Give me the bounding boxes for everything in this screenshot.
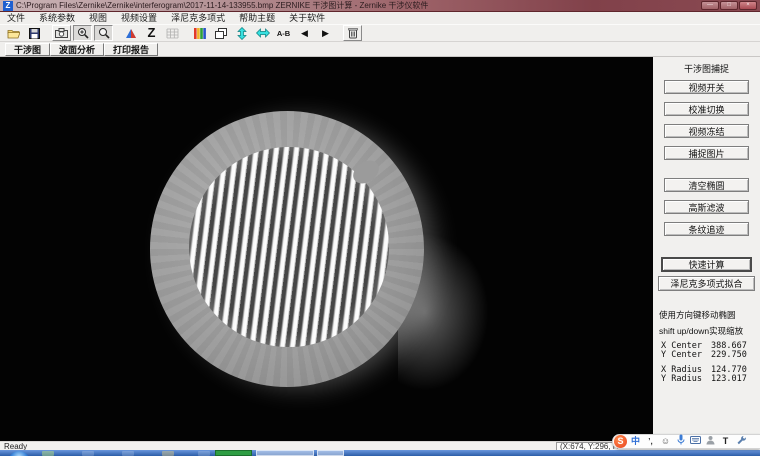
- video-freeze-button[interactable]: 视频冻结: [664, 124, 749, 138]
- menu-about[interactable]: 关于软件: [282, 12, 332, 24]
- hint-shift-zoom: shift up/down实现缩放: [659, 325, 743, 337]
- clear-ellipse-button[interactable]: 清空椭圆: [664, 178, 749, 192]
- taskbar-running-app-green[interactable]: [215, 450, 252, 456]
- menu-system-params[interactable]: 系统参数: [32, 12, 82, 24]
- wrench-icon[interactable]: [734, 435, 747, 449]
- render-3d-button[interactable]: [121, 25, 140, 41]
- hint-move-ellipse: 使用方向键移动椭圆: [659, 309, 736, 321]
- zoom-out-icon: [98, 27, 110, 39]
- floppy-disk-icon: [29, 28, 40, 39]
- app-icon: Z: [3, 1, 13, 11]
- trash-icon: [348, 27, 358, 39]
- zoom-out-button[interactable]: [94, 25, 113, 41]
- save-button[interactable]: [25, 25, 44, 41]
- taskbar-icon-4[interactable]: [162, 451, 174, 456]
- zernike-fit-button[interactable]: 泽尼克多项式拟合: [658, 276, 755, 291]
- rainbow-bars-icon: [194, 28, 206, 39]
- menu-help[interactable]: 帮助主题: [232, 12, 282, 24]
- y-center-label: Y Center: [661, 350, 711, 360]
- toolbar: Z A-B ◀ ▶: [0, 24, 760, 42]
- calibration-toggle-button[interactable]: 校准切换: [664, 102, 749, 116]
- tab-wavefront-analysis[interactable]: 波面分析: [50, 43, 104, 56]
- y-radius-label: Y Radius: [661, 374, 711, 384]
- interferogram-view[interactable]: [0, 57, 653, 441]
- keyboard-icon[interactable]: [689, 435, 702, 448]
- tab-print-report[interactable]: 打印报告: [104, 43, 158, 56]
- title-bar: Z C:\Program Files\Zernike\Zernike\inter…: [0, 0, 760, 12]
- start-button[interactable]: [8, 451, 30, 456]
- menu-file[interactable]: 文件: [0, 12, 32, 24]
- a-b-label: A-B: [277, 29, 290, 38]
- gaussian-filter-button[interactable]: 高斯滤波: [664, 200, 749, 214]
- cascade-windows-button[interactable]: [211, 25, 230, 41]
- y-center-readout: Y Center 229.750: [661, 350, 747, 360]
- ime-toolbar: S 中 ’, ☺ T: [612, 434, 760, 449]
- colormap-button[interactable]: [190, 25, 209, 41]
- ime-punctuation-toggle[interactable]: ’,: [644, 435, 657, 448]
- sogou-logo-icon[interactable]: S: [614, 435, 627, 448]
- menu-zernike-polynomial[interactable]: 泽尼克多项式: [164, 12, 232, 24]
- taskbar-window-button-2[interactable]: [317, 450, 344, 456]
- 3d-surface-icon: [125, 28, 137, 39]
- menu-video-settings[interactable]: 视频设置: [114, 12, 164, 24]
- taskbar-icon-3[interactable]: [122, 451, 134, 456]
- tab-bar: 干涉图 波面分析 打印报告: [0, 42, 760, 57]
- zoom-in-button[interactable]: [73, 25, 92, 41]
- horizontal-arrows-icon: [256, 28, 270, 38]
- open-folder-icon: [7, 28, 20, 39]
- left-triangle-icon: ◀: [301, 26, 308, 40]
- zoom-in-icon: [77, 27, 89, 39]
- minimize-button[interactable]: —: [701, 1, 719, 10]
- z-letter-icon: Z: [148, 26, 156, 40]
- emoji-icon[interactable]: ☺: [659, 435, 672, 448]
- panel-header: 干涉图捕捉: [653, 62, 760, 75]
- taskbar-icon-2[interactable]: [82, 451, 94, 456]
- vertical-arrows-icon: [237, 27, 247, 40]
- delete-button[interactable]: [343, 25, 362, 41]
- move-horizontal-button[interactable]: [253, 25, 272, 41]
- capture-image-button[interactable]: 捕捉图片: [664, 146, 749, 160]
- menu-bar: 文件 系统参数 视图 视频设置 泽尼克多项式 帮助主题 关于软件: [0, 12, 760, 24]
- taskbar-icon-5[interactable]: [198, 451, 210, 456]
- user-icon[interactable]: [704, 435, 717, 449]
- control-panel: 干涉图捕捉 视频开关 校准切换 视频冻结 捕捉图片 清空椭圆 高斯滤波 条纹追迹…: [653, 57, 760, 450]
- microphone-icon[interactable]: [674, 434, 687, 449]
- y-center-value: 229.750: [711, 350, 747, 360]
- move-vertical-button[interactable]: [232, 25, 251, 41]
- close-button[interactable]: ×: [739, 1, 757, 10]
- camera-icon: [55, 28, 68, 38]
- taskbar-window-button-1[interactable]: [256, 450, 314, 456]
- previous-button[interactable]: ◀: [295, 25, 314, 41]
- menu-view[interactable]: 视图: [82, 12, 114, 24]
- ab-compare-button[interactable]: A-B: [274, 25, 293, 41]
- y-radius-readout: Y Radius 123.017: [661, 374, 747, 384]
- next-button[interactable]: ▶: [316, 25, 335, 41]
- taskbar-icon-1[interactable]: [42, 451, 54, 456]
- ime-language-toggle[interactable]: 中: [629, 435, 642, 448]
- grid-icon: [166, 28, 179, 39]
- window-controls: — □ ×: [701, 1, 757, 10]
- right-triangle-icon: ▶: [322, 26, 329, 40]
- window-title: C:\Program Files\Zernike\Zernike\interfe…: [16, 0, 428, 12]
- quick-compute-button[interactable]: 快速计算: [661, 257, 752, 272]
- skin-icon[interactable]: T: [719, 435, 732, 448]
- grid-toggle-button[interactable]: [163, 25, 182, 41]
- cascade-windows-icon: [215, 28, 227, 39]
- windows-taskbar: [0, 450, 760, 456]
- restore-button[interactable]: □: [720, 1, 738, 10]
- fringe-trace-button[interactable]: 条纹追迹: [664, 222, 749, 236]
- open-file-button[interactable]: [4, 25, 23, 41]
- zernike-z-button[interactable]: Z: [142, 25, 161, 41]
- tab-interferogram[interactable]: 干涉图: [5, 43, 50, 56]
- camera-capture-button[interactable]: [52, 25, 71, 41]
- video-switch-button[interactable]: 视频开关: [664, 80, 749, 94]
- y-radius-value: 123.017: [711, 374, 747, 384]
